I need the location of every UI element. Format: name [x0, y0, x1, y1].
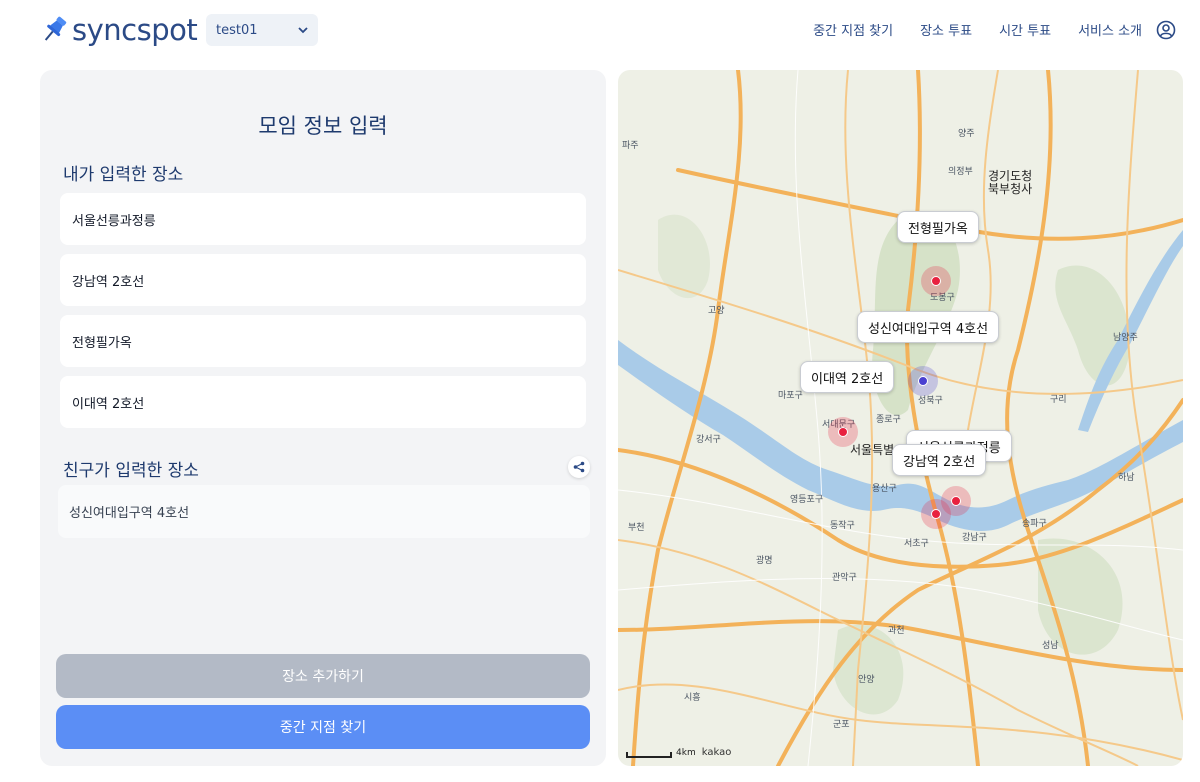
map-place-label: 종로구 [876, 415, 901, 425]
map-place-label: 동작구 [830, 521, 855, 531]
scale-bar [626, 752, 672, 758]
pushpin-icon [44, 16, 67, 41]
room-select-value: test01 [216, 22, 258, 38]
friend-place-item: 성신여대입구역 4호선 [58, 485, 590, 538]
top-header: syncspot test01 중간 지점 찾기 장소 투표 시간 투표 서비스… [0, 0, 1200, 60]
map-place-label: 고양 [708, 306, 725, 316]
my-place-item[interactable]: 전형필가옥 [60, 315, 586, 367]
map-place-label: 군포 [833, 720, 850, 730]
place-marker[interactable] [921, 499, 951, 529]
main-nav: 중간 지점 찾기 장소 투표 시간 투표 서비스 소개 [813, 20, 1142, 39]
user-profile-icon[interactable] [1156, 20, 1176, 40]
nav-time-vote[interactable]: 시간 투표 [999, 20, 1051, 39]
nav-find-midpoint[interactable]: 중간 지점 찾기 [813, 20, 893, 39]
map-place-label: 성남 [1042, 641, 1059, 651]
map-scale: 4km kakao [626, 747, 731, 758]
map-attribution: kakao [701, 747, 732, 758]
marker-label[interactable]: 전형필가옥 [897, 211, 979, 243]
logo-text: syncspot [72, 13, 198, 47]
map-place-label: 부천 [628, 523, 645, 533]
map-place-label: 경기도청 북부청사 [988, 169, 1033, 196]
map-place-label: 하남 [1118, 473, 1135, 483]
map-place-label: 강서구 [696, 435, 721, 445]
map-place-label: 구리 [1050, 395, 1067, 405]
map-view[interactable]: 파주 양주 의정부 경기도청 북부청사 고양 구리 남양주 하남 부천 광명 과… [618, 70, 1183, 766]
map-place-label: 영등포구 [790, 495, 824, 505]
marker-label[interactable]: 이대역 2호선 [800, 361, 895, 393]
room-select[interactable]: test01 [206, 14, 318, 46]
chevron-down-icon [298, 26, 308, 33]
nav-place-vote[interactable]: 장소 투표 [920, 20, 972, 39]
friend-place-marker[interactable] [908, 366, 938, 396]
map-place-label: 파주 [622, 141, 639, 151]
map-place-label: 의정부 [948, 167, 973, 177]
map-place-label: 남양주 [1113, 333, 1138, 343]
map-place-label: 서초구 [904, 539, 929, 549]
logo[interactable]: syncspot [40, 12, 198, 48]
map-place-label: 안양 [858, 675, 875, 685]
map-place-label: 강남구 [962, 533, 987, 543]
marker-label[interactable]: 성신여대입구역 4호선 [857, 311, 1000, 343]
map-place-label: 양주 [958, 129, 975, 139]
my-places-title: 내가 입력한 장소 [63, 165, 184, 185]
map-place-label: 용산구 [872, 484, 897, 494]
meeting-info-panel: 모임 정보 입력 내가 입력한 장소 서울선릉과정릉 강남역 2호선 전형필가옥… [40, 70, 606, 766]
map-place-label: 과천 [888, 626, 905, 636]
map-place-label: 관악구 [832, 573, 857, 583]
share-button[interactable] [568, 456, 590, 478]
find-midpoint-button[interactable]: 중간 지점 찾기 [56, 705, 590, 749]
marker-label[interactable]: 강남역 2호선 [892, 444, 987, 476]
friend-places-title: 친구가 입력한 장소 [63, 461, 199, 481]
place-marker[interactable] [828, 417, 858, 447]
panel-title: 모임 정보 입력 [258, 114, 388, 138]
map-place-label: 송파구 [1022, 519, 1047, 529]
share-icon [573, 461, 585, 473]
map-place-label: 시흥 [684, 693, 701, 703]
my-place-item[interactable]: 강남역 2호선 [60, 254, 586, 306]
place-marker[interactable] [921, 266, 951, 296]
map-place-label: 광명 [756, 556, 773, 566]
add-place-button[interactable]: 장소 추가하기 [56, 654, 590, 698]
map-place-label: 마포구 [778, 391, 803, 401]
my-place-item[interactable]: 이대역 2호선 [60, 376, 586, 428]
my-place-item[interactable]: 서울선릉과정릉 [60, 193, 586, 245]
scale-text: 4km [676, 748, 696, 758]
nav-service-intro[interactable]: 서비스 소개 [1078, 20, 1142, 39]
